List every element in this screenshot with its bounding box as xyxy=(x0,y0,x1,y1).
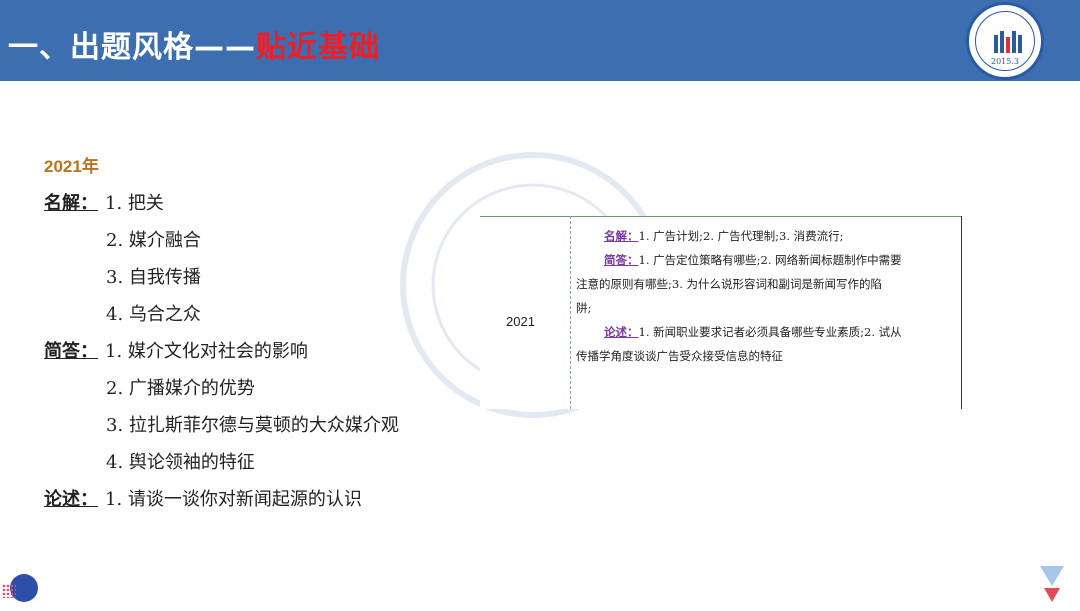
category-label: 简答： xyxy=(44,341,98,362)
list-item: 4. 乌合之众 xyxy=(44,300,201,337)
item-text: 2. 媒介融合 xyxy=(106,230,201,251)
list-item: 名解： 1. 把关 xyxy=(44,189,164,226)
table-line: 简答：1. 广告定位策略有哪些;2. 网络新闻标题制作中需要 xyxy=(576,248,958,272)
table-line-text: 1. 新闻职业要求记者必须具备哪些专业素质;2. 试从 xyxy=(638,325,902,339)
reference-table-image: 2021 名解：1. 广告计划;2. 广告代理制;3. 消费流行; 简答：1. … xyxy=(480,216,962,409)
table-line: 注意的原则有哪些;3. 为什么说形容词和副词是新闻写作的陷 xyxy=(576,272,958,296)
table-body: 名解：1. 广告计划;2. 广告代理制;3. 消费流行; 简答：1. 广告定位策… xyxy=(576,224,958,368)
item-text: 3. 自我传播 xyxy=(106,267,201,288)
list-item: 论述： 1. 请谈一谈你对新闻起源的认识 xyxy=(44,485,362,522)
table-line-text: 阱; xyxy=(576,301,592,315)
list-item: 2. 广播媒介的优势 xyxy=(44,374,255,411)
table-line: 论述：1. 新闻职业要求记者必须具备哪些专业素质;2. 试从 xyxy=(576,320,958,344)
table-line: 阱; xyxy=(576,296,958,320)
table-line-text: 1. 广告计划;2. 广告代理制;3. 消费流行; xyxy=(638,229,844,243)
page-title-accent: 贴近基础 xyxy=(256,30,380,65)
list-item: 2. 媒介融合 xyxy=(44,226,201,263)
page-title-prefix: 一、出题风格—— xyxy=(8,30,256,65)
table-line-label: 名解： xyxy=(604,229,639,243)
list-item: 4. 舆论领袖的特征 xyxy=(44,448,255,485)
item-text: 4. 乌合之众 xyxy=(106,304,201,325)
item-text: 2. 广播媒介的优势 xyxy=(106,378,255,399)
table-line-text: 注意的原则有哪些;3. 为什么说形容词和副词是新闻写作的陷 xyxy=(576,277,882,291)
table-line-text: 传播学角度谈谈广告受众接受信息的特征 xyxy=(576,349,783,363)
table-line-label: 论述： xyxy=(604,325,639,339)
page-title: 一、出题风格——贴近基础 xyxy=(8,22,380,66)
exam-content: 2021年 名解： 1. 把关 2. 媒介融合 3. 自我传播 4. 乌合之众 … xyxy=(44,152,399,522)
header-bar: 一、出题风格——贴近基础 2015.3 xyxy=(0,0,1080,81)
item-text: 1. 请谈一谈你对新闻起源的认识 xyxy=(105,489,362,510)
category-label: 论述： xyxy=(44,489,98,510)
list-item: 简答： 1. 媒介文化对社会的影响 xyxy=(44,337,308,374)
logo-year: 2015.3 xyxy=(991,57,1019,66)
school-logo: 2015.3 xyxy=(966,2,1044,80)
category-label: 名解： xyxy=(44,193,98,214)
table-line: 名解：1. 广告计划;2. 广告代理制;3. 消费流行; xyxy=(576,224,958,248)
item-text: 1. 媒介文化对社会的影响 xyxy=(105,341,308,362)
table-line-text: 1. 广告定位策略有哪些;2. 网络新闻标题制作中需要 xyxy=(638,253,902,267)
table-year: 2021 xyxy=(506,314,535,329)
item-text: 3. 拉扎斯菲尔德与莫顿的大众媒介观 xyxy=(106,415,399,436)
list-item: 3. 自我传播 xyxy=(44,263,201,300)
logo-books-icon xyxy=(994,29,1022,53)
year-label: 2021年 xyxy=(44,157,99,176)
list-item: 3. 拉扎斯菲尔德与莫顿的大众媒介观 xyxy=(44,411,399,448)
decorative-circle-icon xyxy=(2,574,38,602)
decorative-triangles-icon xyxy=(1040,566,1064,602)
table-line: 传播学角度谈谈广告受众接受信息的特征 xyxy=(576,344,958,368)
table-line-label: 简答： xyxy=(604,253,639,267)
item-text: 1. 把关 xyxy=(105,193,164,214)
item-text: 4. 舆论领袖的特征 xyxy=(106,452,255,473)
